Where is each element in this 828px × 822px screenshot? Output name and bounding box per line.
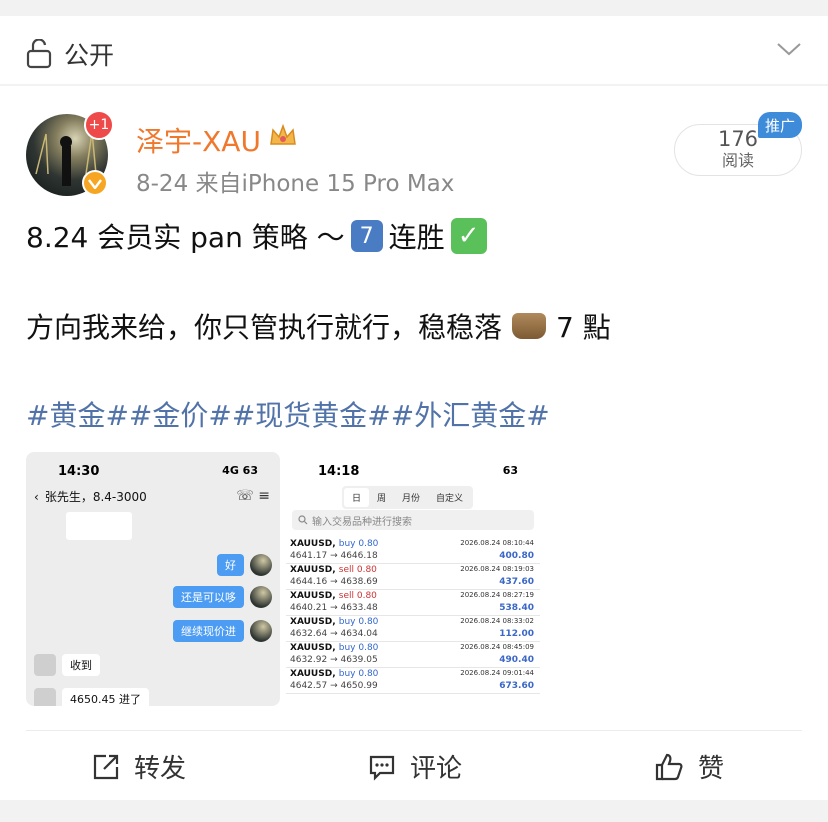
trade-time: 2026.08.24 08:19:03	[460, 565, 534, 573]
trade-time: 2026.08.24 08:33:02	[460, 617, 534, 625]
chat-screenshot[interactable]: 14:30 4G 63 ‹ 张先生，8.4-3000 ☏ ≡ 好 还是可以哆 继…	[26, 452, 280, 706]
keycap-seven-icon: 7	[350, 220, 383, 252]
trade-time: 2026.08.24 09:01:44	[460, 669, 534, 677]
trade-pnl: 112.00	[499, 629, 534, 639]
trade-symbol: XAUUSD, sell 0.80	[290, 565, 377, 575]
search-placeholder: 输入交易品种进行搜索	[312, 516, 412, 528]
lock-open-icon	[26, 39, 52, 69]
like-button[interactable]: 赞	[654, 748, 724, 785]
trade-prices: 4632.92 → 4639.05	[290, 655, 378, 665]
trade-prices: 4641.17 → 4646.18	[290, 551, 378, 561]
author-name[interactable]: 泽宇-XAU	[136, 120, 261, 160]
post-line-1-text: 8.24 会员实 pan 策略 ～	[26, 221, 345, 254]
avatar	[34, 688, 56, 706]
trade-pnl: 538.40	[499, 603, 534, 613]
trade-symbol: XAUUSD, buy 0.80	[290, 617, 379, 627]
forward-button[interactable]: 转发	[92, 748, 186, 785]
trade-list: XAUUSD, buy 0.80 4641.17 → 4646.18 2026.08…	[286, 538, 540, 694]
trade-row: XAUUSD, sell 0.80 4640.21 → 4633.48 2026.0…	[286, 590, 540, 616]
search-input: 输入交易品种进行搜索	[292, 510, 534, 530]
notification-badge: +1	[84, 110, 114, 140]
verified-icon	[82, 170, 108, 196]
visibility-label: 公开	[64, 41, 115, 70]
back-icon: ‹	[34, 489, 39, 504]
check-mark-icon: ✓	[450, 218, 487, 254]
status-time: 14:18	[318, 464, 360, 479]
chat-message: 4650.45 进了	[62, 688, 149, 706]
comment-icon	[369, 755, 395, 781]
hashtags[interactable]: #黄金##金价##现货黄金##外汇黄金#	[26, 394, 550, 434]
promote-badge[interactable]: 推广	[758, 112, 802, 138]
trade-side: buy 0.80	[338, 643, 379, 653]
trade-side: buy 0.80	[338, 539, 379, 549]
chat-message: 继续现价进	[173, 620, 244, 642]
search-icon	[298, 515, 308, 525]
trade-symbol: XAUUSD, sell 0.80	[290, 591, 377, 601]
post-line-1-suffix: 连胜	[388, 221, 445, 254]
status-indicators: 4G 63	[222, 464, 258, 477]
post-line-1: 8.24 会员实 pan 策略 ～ 7 连胜 ✓	[26, 216, 487, 256]
trade-row: XAUUSD, sell 0.80 4644.16 → 4638.69 2026.0…	[286, 564, 540, 590]
top-spacer	[0, 0, 828, 16]
divider	[26, 730, 802, 731]
status-indicators: 63	[502, 464, 518, 477]
trade-side: buy 0.80	[338, 669, 379, 679]
avatar	[34, 654, 56, 676]
trade-prices: 4632.64 → 4634.04	[290, 629, 378, 639]
trade-symbol: XAUUSD, buy 0.80	[290, 539, 379, 549]
tab-day: 日	[344, 488, 370, 507]
trade-row: XAUUSD, buy 0.80 4642.57 → 4650.99 2026.08…	[286, 668, 540, 694]
post-meta: 8-24 来自iPhone 15 Pro Max	[136, 171, 455, 197]
like-label: 赞	[698, 754, 725, 784]
trade-prices: 4640.21 → 4633.48	[290, 603, 378, 613]
trade-time: 2026.08.24 08:27:19	[460, 591, 534, 599]
chat-menu-icon: ☏ ≡	[236, 488, 270, 504]
chat-message: 好	[217, 554, 244, 576]
tab-week: 周	[377, 494, 387, 504]
trade-side: buy 0.80	[338, 617, 379, 627]
avatar	[250, 554, 272, 576]
avatar	[250, 586, 272, 608]
thumbs-up-icon	[655, 753, 683, 780]
trade-pnl: 437.60	[499, 577, 534, 587]
read-label: 阅读	[721, 151, 754, 170]
post-card: +1 泽宇-XAU 8-24 来自iPhone 15 Pro Max 176 阅…	[0, 86, 828, 800]
period-tabs: 日 周 月份 自定义	[342, 486, 474, 509]
crown-icon	[270, 123, 296, 145]
chat-message: 还是可以哆	[173, 586, 244, 608]
money-bag-icon	[512, 313, 547, 339]
chat-message: 收到	[62, 654, 100, 676]
tab-month: 月份	[402, 494, 421, 504]
post-line-2: 方向我来给，你只管执行就行，稳稳落 7 點	[26, 306, 611, 346]
trade-time: 2026.08.24 08:45:09	[460, 643, 534, 651]
trade-side: sell 0.80	[338, 565, 377, 575]
trade-pnl: 673.60	[499, 681, 534, 691]
trade-symbol: XAUUSD, buy 0.80	[290, 643, 379, 653]
shared-card	[66, 512, 132, 540]
trade-prices: 4642.57 → 4650.99	[290, 681, 378, 691]
trade-pnl: 490.40	[499, 655, 534, 665]
trade-time: 2026.08.24 08:10:44	[460, 539, 534, 547]
tab-custom: 自定义	[436, 494, 464, 504]
trade-row: XAUUSD, buy 0.80 4632.92 → 4639.05 2026.08…	[286, 642, 540, 668]
comment-button[interactable]: 评论	[368, 748, 462, 785]
visibility-bar[interactable]: 公开	[0, 16, 828, 84]
comment-label: 评论	[410, 754, 463, 784]
share-icon	[93, 754, 119, 779]
post-line-2-text: 方向我来给，你只管执行就行，稳稳落	[26, 311, 503, 344]
chat-contact: 张先生，8.4-3000	[44, 490, 147, 504]
status-time: 14:30	[58, 464, 100, 479]
trade-side: sell 0.80	[338, 591, 377, 601]
trade-row: XAUUSD, buy 0.80 4632.64 → 4634.04 2026.08…	[286, 616, 540, 642]
chevron-down-icon[interactable]	[776, 40, 802, 58]
trade-pnl: 400.80	[499, 551, 534, 561]
trade-row: XAUUSD, buy 0.80 4641.17 → 4646.18 2026.08…	[286, 538, 540, 564]
trade-history-screenshot[interactable]: 14:18 63 日 周 月份 自定义 输入交易品种进行搜索 XAUUSD, b…	[286, 452, 540, 706]
trade-symbol: XAUUSD, buy 0.80	[290, 669, 379, 679]
bottom-spacer	[0, 800, 828, 822]
avatar	[250, 620, 272, 642]
forward-label: 转发	[134, 754, 187, 784]
trade-prices: 4644.16 → 4638.69	[290, 577, 378, 587]
post-line-2-suffix: 7 點	[556, 311, 611, 344]
